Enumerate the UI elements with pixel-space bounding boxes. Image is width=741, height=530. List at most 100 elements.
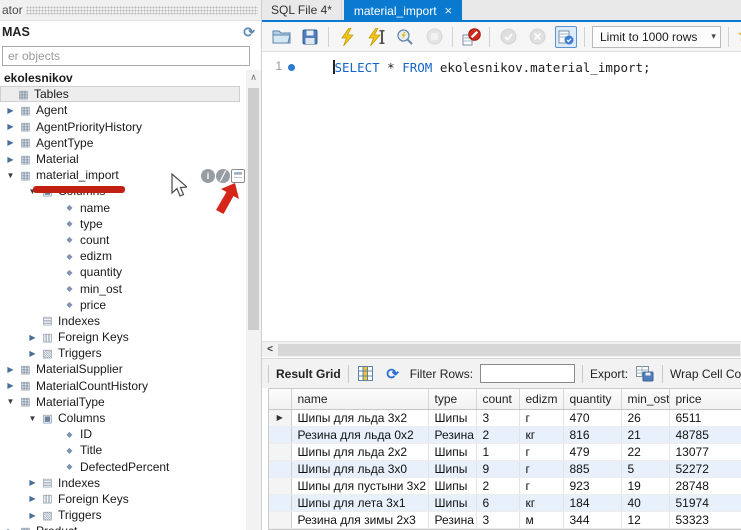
grid-cell[interactable]: 40: [621, 494, 669, 511]
grid-row[interactable]: Шипы для лета 3x1Шипы6кг1844051974: [269, 494, 741, 511]
grid-cell[interactable]: Шипы для льда 3x2: [291, 409, 428, 426]
tree-item-ekolesnikov[interactable]: ekolesnikov: [0, 70, 240, 86]
save-snippet-icon[interactable]: ★ +: [736, 26, 741, 48]
tree-item-indexes[interactable]: ▶▤Indexes: [0, 475, 240, 491]
grid-cell[interactable]: Шипы: [428, 443, 476, 460]
grid-cell[interactable]: 470: [563, 409, 621, 426]
grid-cell[interactable]: Шипы для льда 2x2: [291, 443, 428, 460]
tree-item-tables[interactable]: ▦Tables: [0, 86, 240, 102]
grid-cell[interactable]: г: [519, 443, 563, 460]
grid-cell[interactable]: Резина: [428, 511, 476, 528]
grid-cell[interactable]: 1: [476, 443, 519, 460]
grid-cell[interactable]: 885: [563, 460, 621, 477]
grid-cell[interactable]: г: [519, 477, 563, 494]
tree-item-id[interactable]: ◆ID: [0, 426, 240, 442]
scrollbar-up-icon[interactable]: ∧: [246, 70, 261, 85]
grid-cell[interactable]: 53323: [669, 511, 741, 528]
expander-closed-icon[interactable]: ▶: [4, 122, 17, 131]
tree-item-material[interactable]: ▶▦Material: [0, 151, 240, 167]
grid-row[interactable]: Шипы для льда 2x2Шипы1г4792213077: [269, 443, 741, 460]
grid-cell[interactable]: Резина: [428, 426, 476, 443]
grid-row[interactable]: Шипы для льда 3x0Шипы9г885552272: [269, 460, 741, 477]
grid-cell[interactable]: 28748: [669, 477, 741, 494]
tree-item-foreign-keys[interactable]: ▶▥Foreign Keys: [0, 329, 240, 345]
expander-closed-icon[interactable]: ▶: [26, 349, 39, 358]
grid-cell[interactable]: Резина для зимы 2x3: [291, 511, 428, 528]
tab-material-import[interactable]: material_import ×: [344, 0, 462, 22]
grid-row[interactable]: Резина для зимы 2x3Резина3м3441253323: [269, 511, 741, 528]
tab-close-icon[interactable]: ×: [445, 6, 453, 16]
expander-closed-icon[interactable]: ▶: [4, 381, 17, 390]
grid-column-header-edizm[interactable]: edizm: [519, 389, 563, 409]
schema-filter-input[interactable]: [2, 46, 250, 66]
grid-cell[interactable]: Шипы: [428, 409, 476, 426]
tab-sql-file-4[interactable]: SQL File 4*: [262, 0, 342, 20]
scrollbar-thumb[interactable]: [248, 88, 259, 330]
tree-item-quantity[interactable]: ◆quantity: [0, 264, 240, 280]
grid-cell[interactable]: Шипы: [428, 460, 476, 477]
expander-closed-icon[interactable]: ▶: [26, 494, 39, 503]
tree-item-agenttype[interactable]: ▶▦AgentType: [0, 135, 240, 151]
tree-item-price[interactable]: ◆price: [0, 297, 240, 313]
tree-item-defectedpercent[interactable]: ◆DefectedPercent: [0, 459, 240, 475]
grid-cell[interactable]: 479: [563, 443, 621, 460]
tree-item-agentpriorityhistory[interactable]: ▶▦AgentPriorityHistory: [0, 119, 240, 135]
tree-item-title[interactable]: ◆Title: [0, 442, 240, 458]
expander-closed-icon[interactable]: ▶: [26, 333, 39, 342]
tree-item-triggers[interactable]: ▶▧Triggers: [0, 345, 240, 361]
tree-item-foreign-keys[interactable]: ▶▥Foreign Keys: [0, 491, 240, 507]
limit-rows-dropdown[interactable]: Limit to 1000 rows ▾: [592, 26, 721, 48]
grid-column-header-price[interactable]: price: [669, 389, 741, 409]
filter-rows-input[interactable]: [480, 364, 575, 383]
grid-cell[interactable]: 48785: [669, 426, 741, 443]
tree-item-min-ost[interactable]: ◆min_ost: [0, 280, 240, 296]
tree-item-materialtype[interactable]: ▼▦MaterialType: [0, 394, 240, 410]
grid-row[interactable]: Шипы для пустыни 3x2Шипы2г9231928748: [269, 477, 741, 494]
hscrollbar-thumb[interactable]: [278, 344, 740, 356]
grid-cell[interactable]: 51974: [669, 494, 741, 511]
grid-cell[interactable]: г: [519, 409, 563, 426]
tree-item-materialsupplier[interactable]: ▶▦MaterialSupplier: [0, 361, 240, 377]
tree-item-type[interactable]: ◆type: [0, 216, 240, 232]
grid-column-header-quantity[interactable]: quantity: [563, 389, 621, 409]
tree-item-triggers[interactable]: ▶▧Triggers: [0, 507, 240, 523]
grid-column-header-name[interactable]: name: [291, 389, 428, 409]
grid-cell[interactable]: 22: [621, 443, 669, 460]
grid-cell[interactable]: Резина для льда 0x2: [291, 426, 428, 443]
save-file-icon[interactable]: [299, 26, 321, 48]
grid-cell[interactable]: 2: [476, 426, 519, 443]
execute-current-statement-icon[interactable]: [365, 26, 387, 48]
grid-cell[interactable]: 19: [621, 477, 669, 494]
navigator-scrollbar[interactable]: ∧: [246, 70, 261, 530]
grid-cell[interactable]: 344: [563, 511, 621, 528]
expander-closed-icon[interactable]: ▶: [4, 106, 17, 115]
tree-item-agent[interactable]: ▶▦Agent: [0, 102, 240, 118]
grid-cell[interactable]: кг: [519, 426, 563, 443]
expander-closed-icon[interactable]: ▶: [4, 365, 17, 374]
tree-item-columns[interactable]: ▼▣Columns: [0, 410, 240, 426]
grid-column-header-count[interactable]: count: [476, 389, 519, 409]
grid-cell[interactable]: 3: [476, 409, 519, 426]
autocommit-toggle-icon[interactable]: [555, 26, 577, 48]
expander-closed-icon[interactable]: ▶: [4, 155, 17, 164]
grid-cell[interactable]: 6511: [669, 409, 741, 426]
grid-cell[interactable]: 26: [621, 409, 669, 426]
refresh-icon[interactable]: ⟳: [383, 364, 403, 384]
expander-open-icon[interactable]: ▼: [4, 171, 17, 180]
expander-open-icon[interactable]: ▼: [26, 414, 39, 423]
expander-closed-icon[interactable]: ▶: [4, 138, 17, 147]
grid-column-header-type[interactable]: type: [428, 389, 476, 409]
grid-cell[interactable]: Шипы: [428, 494, 476, 511]
grid-column-header-min_ost[interactable]: min_ost: [621, 389, 669, 409]
grid-cell[interactable]: Шипы для лета 3x1: [291, 494, 428, 511]
explain-plan-icon[interactable]: [394, 26, 416, 48]
grid-cell[interactable]: Шипы для пустыни 3x2: [291, 477, 428, 494]
schemas-refresh-icon[interactable]: ⟳: [243, 24, 255, 41]
grid-cell[interactable]: 184: [563, 494, 621, 511]
grid-cell[interactable]: кг: [519, 494, 563, 511]
grid-row[interactable]: ▶Шипы для льда 3x2Шипы3г470266511: [269, 409, 741, 426]
editor-horizontal-scrollbar[interactable]: <: [262, 341, 741, 357]
expander-closed-icon[interactable]: ▶: [26, 511, 39, 520]
grid-cell[interactable]: Шипы: [428, 477, 476, 494]
grid-cell[interactable]: 12: [621, 511, 669, 528]
